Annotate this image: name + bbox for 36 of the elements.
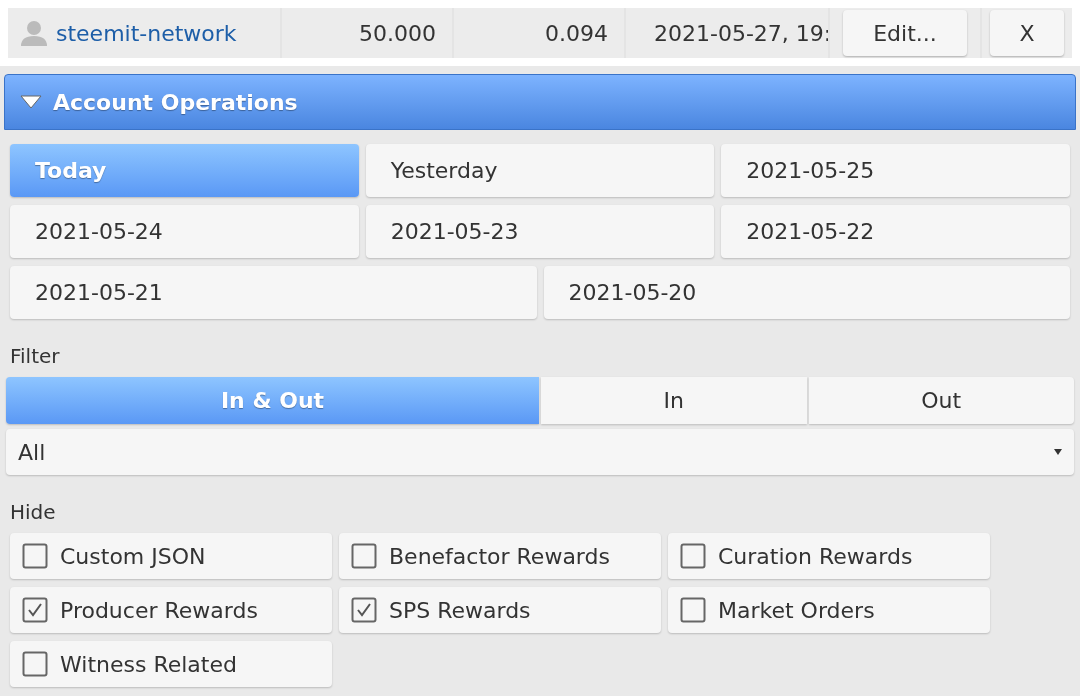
day-button[interactable]: 2021-05-21 [10,266,537,319]
table-cell: 0.094 [454,8,624,58]
checkbox[interactable] [351,597,377,623]
user-icon [20,20,48,46]
hide-option[interactable]: Witness Related [10,641,332,687]
hide-option[interactable]: Custom JSON [10,533,332,579]
edit-button[interactable]: Edit... [843,10,967,56]
direction-tab[interactable]: Out [808,377,1074,424]
hide-label: Hide [9,499,57,526]
remove-button[interactable]: X [990,10,1064,56]
checkbox[interactable] [680,543,706,569]
filter-label: Filter [9,343,61,370]
direction-tab[interactable]: In [541,377,807,424]
checkbox[interactable] [22,597,48,623]
dropdown-caret-icon [1054,449,1062,455]
table-cell: 2021-05-27, 19: [626,8,828,58]
hide-option[interactable]: Market Orders [668,587,990,633]
hide-option[interactable]: Producer Rewards [10,587,332,633]
day-button[interactable]: 2021-05-22 [721,205,1070,258]
caret-icon [19,94,43,110]
hide-option[interactable]: Curation Rewards [668,533,990,579]
day-button[interactable]: 2021-05-24 [10,205,359,258]
checkbox[interactable] [22,543,48,569]
day-button[interactable]: 2021-05-20 [543,266,1070,319]
day-button[interactable]: Yesterday [365,144,715,197]
checkbox[interactable] [680,597,706,623]
day-button[interactable]: 2021-05-23 [365,205,715,258]
checkbox[interactable] [22,651,48,677]
type-select[interactable]: All [6,429,1074,475]
account-link[interactable]: steemit-network [56,16,237,50]
day-button[interactable]: 2021-05-25 [721,144,1070,197]
section-title: Account Operations [53,88,298,117]
hide-option[interactable]: Benefactor Rewards [339,533,661,579]
hide-option[interactable]: SPS Rewards [339,587,661,633]
checkbox[interactable] [351,543,377,569]
table-cell: 50.000 [282,8,452,58]
